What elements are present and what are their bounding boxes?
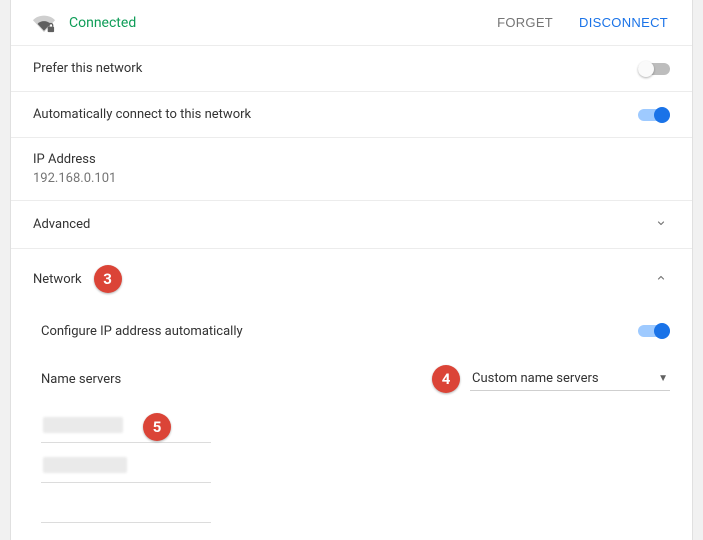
network-section-header[interactable]: Network 3: [11, 249, 692, 309]
ip-address-label: IP Address: [33, 152, 670, 167]
network-section-body: Configure IP address automatically Name …: [11, 309, 692, 540]
auto-connect-row: Automatically connect to this network: [11, 92, 692, 138]
annotation-marker-3: 3: [94, 265, 122, 293]
auto-connect-label: Automatically connect to this network: [33, 107, 638, 122]
dropdown-arrow-icon: ▼: [658, 373, 668, 384]
ip-address-value: 192.168.0.101: [33, 171, 670, 186]
forget-button[interactable]: FORGET: [495, 11, 555, 34]
name-server-input-4[interactable]: [41, 533, 211, 540]
prefer-network-row: Prefer this network: [11, 46, 692, 92]
disconnect-button[interactable]: DISCONNECT: [577, 11, 670, 34]
annotation-marker-4: 4: [432, 365, 460, 393]
name-servers-label: Name servers: [41, 372, 432, 387]
ip-address-row: IP Address 192.168.0.101: [11, 138, 692, 201]
name-server-input-3[interactable]: [41, 493, 211, 523]
network-label: Network: [33, 272, 82, 287]
chevron-down-icon: [652, 217, 670, 232]
configure-ip-auto-row: Configure IP address automatically: [33, 309, 692, 353]
configure-ip-auto-toggle[interactable]: [638, 323, 670, 339]
name-servers-header: Name servers 4 Custom name servers ▼: [41, 359, 692, 399]
wifi-secure-icon: [33, 12, 55, 34]
prefer-network-toggle[interactable]: [638, 61, 670, 77]
advanced-label: Advanced: [33, 217, 652, 232]
advanced-section-header[interactable]: Advanced: [11, 201, 692, 249]
name-servers-dropdown[interactable]: Custom name servers ▼: [470, 367, 670, 391]
auto-connect-toggle[interactable]: [638, 107, 670, 123]
chevron-up-icon: [652, 272, 670, 287]
status-row: Connected FORGET DISCONNECT: [11, 0, 692, 46]
network-settings-panel: Connected FORGET DISCONNECT Prefer this …: [10, 0, 693, 540]
prefer-network-label: Prefer this network: [33, 61, 638, 76]
name-servers-dropdown-value: Custom name servers: [472, 371, 658, 386]
annotation-marker-5: 5: [143, 413, 171, 441]
name-server-inputs: 5: [41, 399, 231, 540]
connection-status: Connected: [69, 15, 473, 31]
configure-ip-auto-label: Configure IP address automatically: [41, 324, 638, 339]
name-servers-area: Name servers 4 Custom name servers ▼ 5: [33, 359, 692, 540]
